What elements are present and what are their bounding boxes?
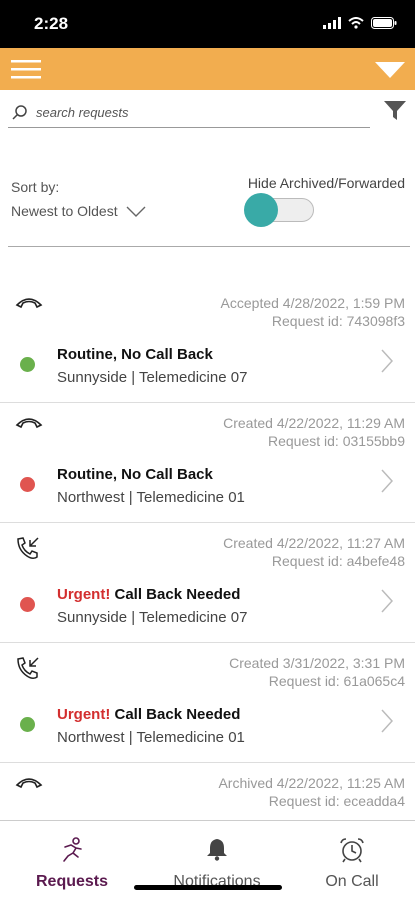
chevron-right-icon <box>381 589 393 613</box>
signal-icon <box>323 17 341 29</box>
request-title: Urgent! Call Back Needed <box>57 586 240 603</box>
request-status: Created 4/22/2022, 11:27 AM <box>223 535 405 551</box>
app-bar <box>0 48 415 90</box>
filter-icon[interactable] <box>384 100 406 122</box>
status-dot <box>20 357 35 372</box>
request-id: Request id: 743098f3 <box>271 313 405 329</box>
request-status: Accepted 4/28/2022, 1:59 PM <box>220 295 405 311</box>
request-item[interactable]: Created 4/22/2022, 11:27 AM Request id: … <box>0 523 415 643</box>
request-location: Sunnyside | Telemedicine 07 <box>57 369 248 386</box>
request-id: Request id: eceadda4 <box>268 793 405 809</box>
request-title-text: Call Back Needed <box>114 706 241 723</box>
request-status: Created 4/22/2022, 11:29 AM <box>223 415 405 431</box>
request-title: Routine, No Call Back <box>57 466 213 483</box>
search-bar <box>8 96 370 128</box>
hangup-phone-icon <box>15 778 43 789</box>
request-id: Request id: a4befe48 <box>271 553 405 569</box>
chevron-right-icon <box>381 349 393 373</box>
request-status: Created 3/31/2022, 3:31 PM <box>229 655 405 671</box>
chevron-right-icon <box>381 469 393 493</box>
request-id: Request id: 61a065c4 <box>268 673 405 689</box>
request-title: Routine, No Call Back <box>57 346 213 363</box>
search-input[interactable] <box>34 100 368 124</box>
status-time: 2:28 <box>34 14 69 33</box>
request-location: Sunnyside | Telemedicine 07 <box>57 609 248 626</box>
tab-label: Requests <box>35 873 109 890</box>
alarm-clock-icon <box>340 838 364 863</box>
request-item[interactable]: Created 3/31/2022, 3:31 PM Request id: 6… <box>0 643 415 763</box>
request-location: Northwest | Telemedicine 01 <box>57 729 245 746</box>
tab-on-call[interactable]: On Call <box>283 821 415 901</box>
toggle-knob <box>244 193 278 227</box>
bell-icon <box>207 839 227 861</box>
section-divider <box>8 246 410 247</box>
request-location: Northwest | Telemedicine 01 <box>57 489 245 506</box>
status-icons <box>323 17 397 29</box>
hide-archived-label: Hide Archived/Forwarded <box>247 175 405 191</box>
sort-value: Newest to Oldest <box>11 203 118 219</box>
tab-requests[interactable]: Requests <box>3 821 141 901</box>
request-title-text: Routine, No Call Back <box>57 346 213 363</box>
incoming-call-icon <box>17 537 39 560</box>
hangup-phone-icon <box>15 418 43 429</box>
hide-archived-toggle[interactable] <box>244 193 316 229</box>
search-icon <box>12 105 27 120</box>
status-dot <box>20 717 35 732</box>
request-id: Request id: 03155bb9 <box>268 433 405 449</box>
request-title-text: Routine, No Call Back <box>57 466 213 483</box>
sort-dropdown[interactable]: Newest to Oldest <box>11 203 146 219</box>
battery-icon <box>371 17 397 29</box>
request-item[interactable]: Accepted 4/28/2022, 1:59 PM Request id: … <box>0 283 415 403</box>
dropdown-triangle-icon[interactable] <box>375 62 405 78</box>
hamburger-menu-icon[interactable] <box>11 58 41 80</box>
status-bar: 2:28 <box>0 0 415 48</box>
wifi-icon <box>348 17 364 29</box>
sort-label: Sort by: <box>11 179 60 195</box>
status-dot <box>20 477 35 492</box>
request-status: Archived 4/22/2022, 11:25 AM <box>218 775 405 791</box>
home-indicator <box>134 885 282 890</box>
status-dot <box>20 597 35 612</box>
request-title-text: Call Back Needed <box>114 586 241 603</box>
chevron-right-icon <box>381 709 393 733</box>
request-title: Urgent! Call Back Needed <box>57 706 240 723</box>
urgent-label: Urgent! <box>57 586 111 603</box>
request-list: Accepted 4/28/2022, 1:59 PM Request id: … <box>0 283 415 883</box>
request-item[interactable]: Created 4/22/2022, 11:29 AM Request id: … <box>0 403 415 523</box>
incoming-call-icon <box>17 657 39 680</box>
hangup-phone-icon <box>15 298 43 309</box>
chevron-down-icon <box>126 206 146 217</box>
tab-label: On Call <box>325 873 379 890</box>
running-person-icon <box>63 837 82 862</box>
urgent-label: Urgent! <box>57 706 111 723</box>
